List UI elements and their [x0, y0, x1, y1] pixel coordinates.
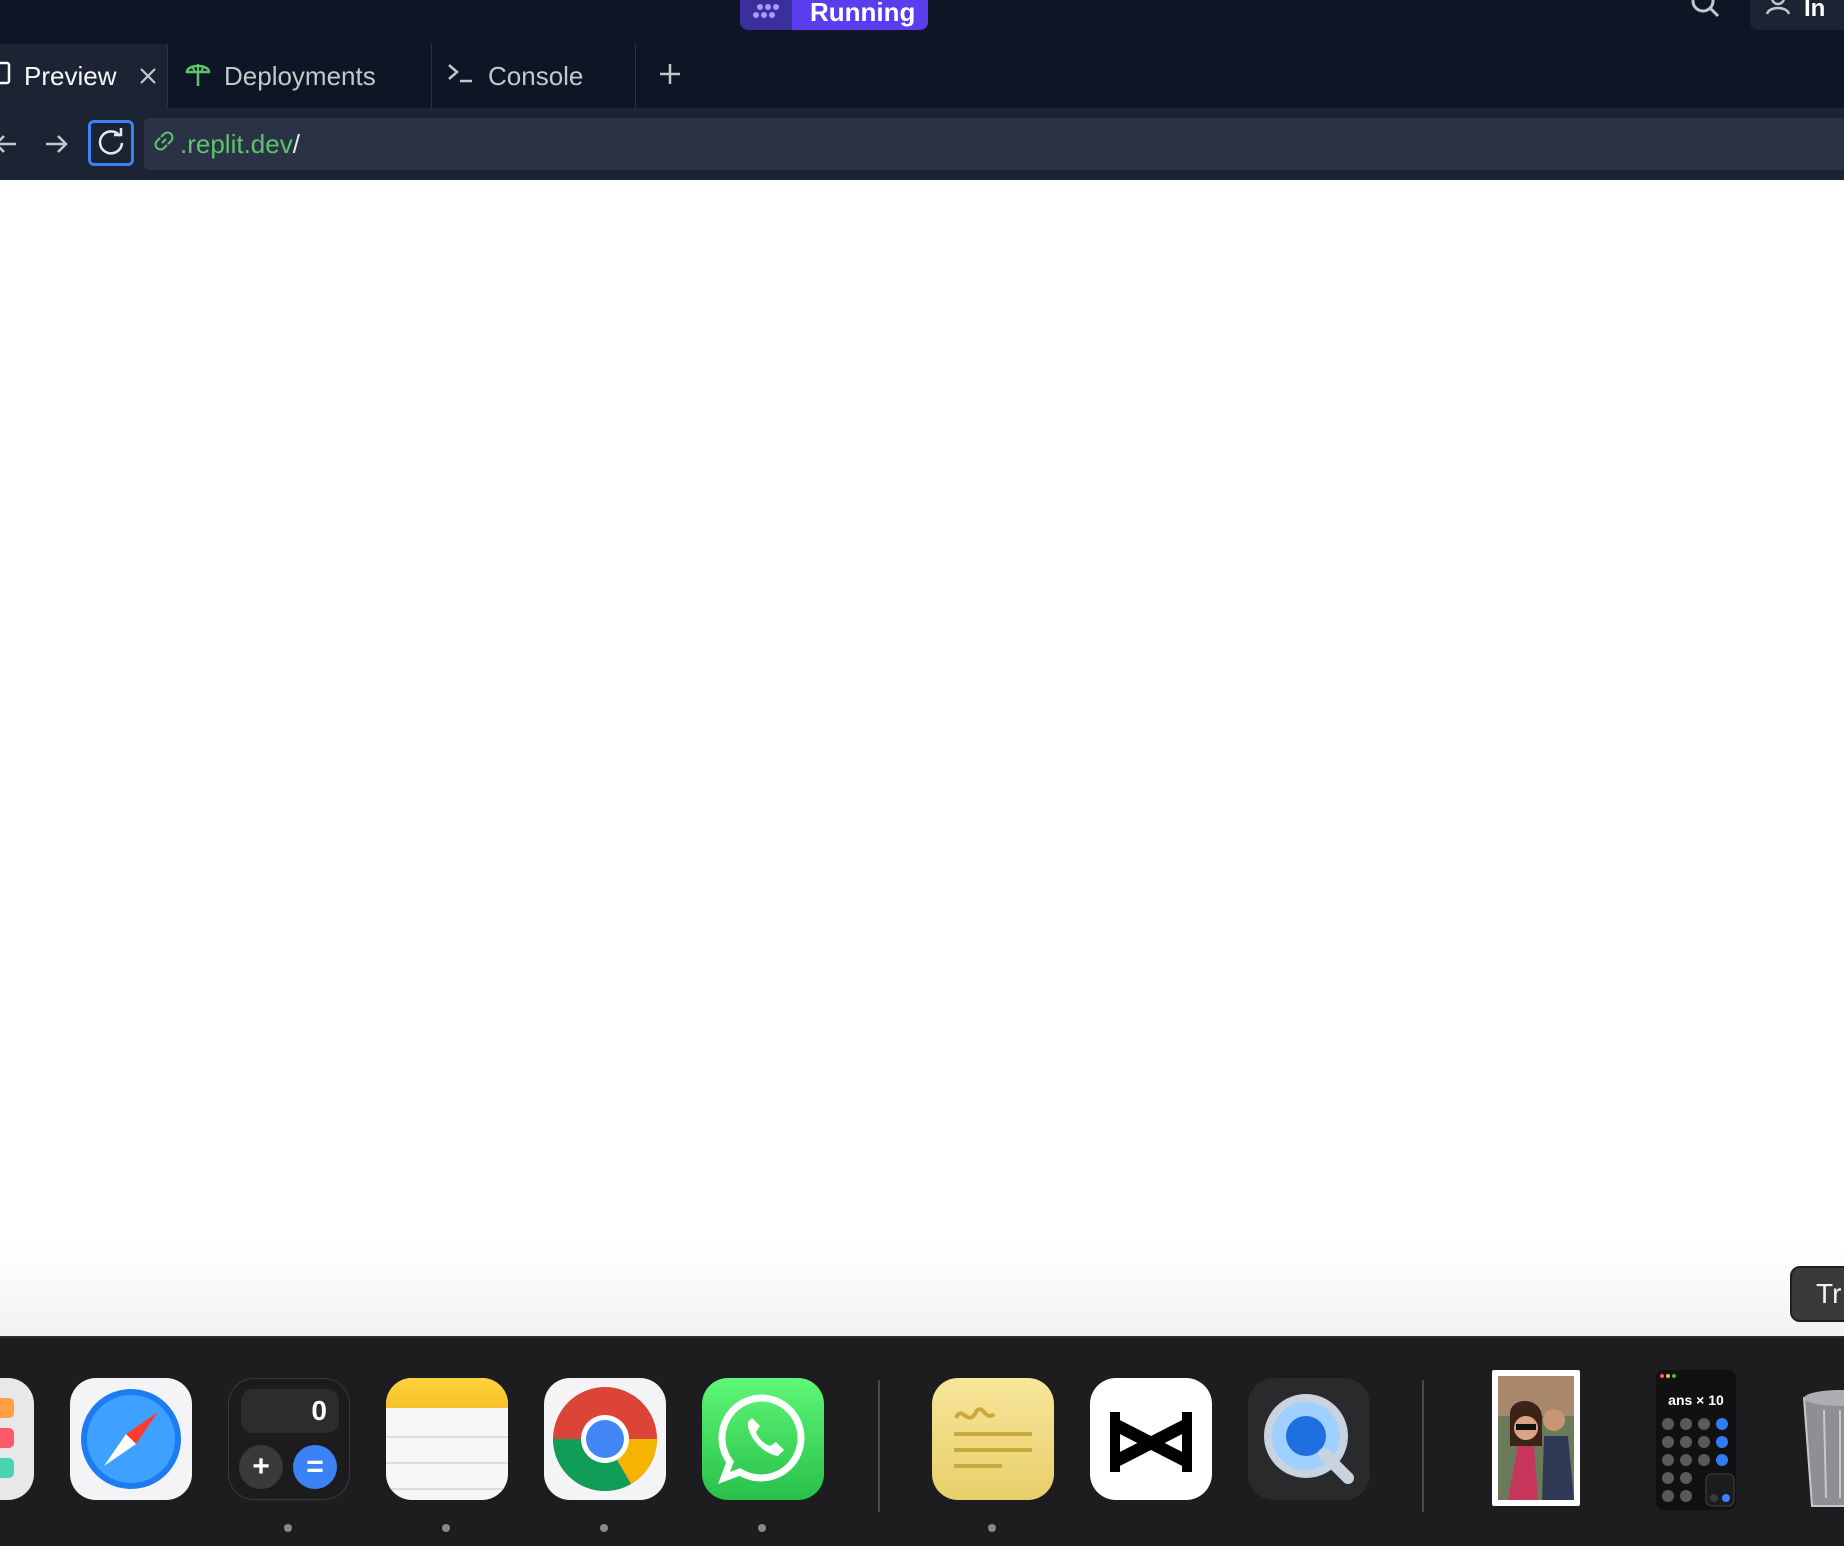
notes-icon: [386, 1378, 508, 1408]
tab-bar: Preview Deployments Console: [0, 44, 1844, 109]
photo-icon: [1498, 1376, 1574, 1504]
dock-app-stickies[interactable]: [932, 1378, 1054, 1500]
address-bar: .replit.dev /: [0, 108, 1844, 180]
dock-app-launchpad[interactable]: [0, 1378, 34, 1500]
reload-button[interactable]: [88, 120, 134, 166]
search-icon[interactable]: [1688, 0, 1722, 24]
tab-label: Preview: [24, 60, 117, 91]
running-indicator: [284, 1524, 292, 1532]
tab-deployments[interactable]: Deployments: [168, 44, 432, 108]
plus-icon: [658, 62, 682, 91]
dock-app-chrome[interactable]: [544, 1378, 666, 1500]
preview-icon: [0, 60, 12, 93]
dock-trash[interactable]: [1800, 1374, 1844, 1510]
dock-app-notes[interactable]: [386, 1378, 508, 1500]
close-icon[interactable]: [136, 64, 160, 88]
add-tab-button[interactable]: [636, 44, 704, 108]
preview-viewport[interactable]: [0, 180, 1844, 1336]
dock-recent-photo[interactable]: [1492, 1370, 1580, 1506]
dock-app-calculator[interactable]: 0 + =: [228, 1378, 350, 1500]
back-arrow-icon[interactable]: [0, 128, 22, 160]
dock-app-capcut[interactable]: [1090, 1378, 1212, 1500]
running-indicator: [442, 1524, 450, 1532]
tab-label: Deployments: [224, 60, 376, 91]
dock-separator: [1422, 1380, 1424, 1512]
deployments-icon: [184, 58, 212, 95]
invite-label: In: [1804, 0, 1826, 22]
whatsapp-icon: [702, 1394, 824, 1500]
url-host: .replit.dev: [180, 128, 293, 159]
trash-icon: [1800, 1390, 1844, 1514]
calculator-equals: =: [293, 1445, 337, 1489]
dock-tooltip: Tr: [1790, 1266, 1844, 1322]
dock: 0 + = ans × 10: [0, 1336, 1844, 1546]
tooltip-text: Tr: [1816, 1278, 1842, 1309]
tab-preview[interactable]: Preview: [0, 44, 168, 108]
invite-button[interactable]: In: [1750, 0, 1844, 30]
console-icon: [446, 61, 476, 92]
dock-app-safari[interactable]: [70, 1378, 192, 1500]
launchpad-icon: [0, 1398, 34, 1500]
calculator-display: 0: [241, 1389, 339, 1433]
running-indicator: [988, 1524, 996, 1532]
safari-icon: [70, 1389, 192, 1500]
url-input[interactable]: .replit.dev /: [144, 118, 1844, 170]
calculator-plus: +: [239, 1445, 283, 1489]
stickies-icon: [932, 1407, 1054, 1500]
link-icon: [152, 129, 176, 160]
forward-arrow-icon[interactable]: [40, 128, 72, 160]
dock-recent-screenshot[interactable]: ans × 10: [1656, 1370, 1736, 1510]
url-path: /: [292, 128, 300, 159]
dock-app-whatsapp[interactable]: [702, 1378, 824, 1500]
run-status-icon: [740, 0, 792, 30]
running-button[interactable]: Running: [792, 0, 928, 30]
user-icon: [1764, 0, 1792, 27]
dock-separator: [878, 1380, 880, 1512]
top-header: Running In: [0, 0, 1844, 44]
reload-icon: [96, 126, 126, 161]
running-indicator: [600, 1524, 608, 1532]
chrome-icon: [544, 1387, 666, 1500]
dock-app-quicktime[interactable]: [1248, 1378, 1370, 1500]
run-control[interactable]: Running: [740, 0, 928, 30]
quicktime-icon: [1248, 1394, 1370, 1500]
capcut-icon: [1090, 1412, 1212, 1500]
running-indicator: [758, 1524, 766, 1532]
tab-label: Console: [488, 60, 584, 91]
tab-console[interactable]: Console: [432, 44, 636, 108]
